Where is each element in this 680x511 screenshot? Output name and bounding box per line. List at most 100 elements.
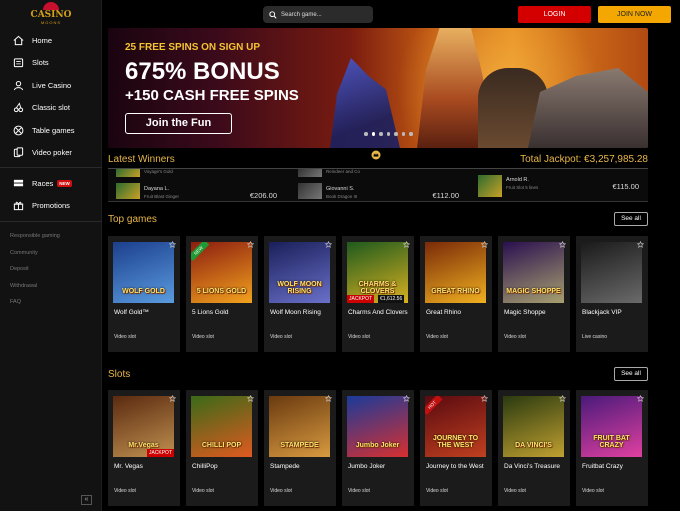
game-name[interactable]: Da Vinci's Treasure (504, 462, 566, 472)
slots-see-all-button[interactable]: See all (614, 367, 648, 381)
promo-banner[interactable]: 25 FREE SPINS ON SIGN UP 675% BONUS +150… (108, 28, 648, 148)
game-thumbnail[interactable]: FRUIT BAT CRAZY (581, 396, 642, 457)
favorite-star-icon[interactable] (325, 241, 332, 248)
login-button[interactable]: LOGIN (518, 6, 591, 23)
favorite-star-icon[interactable] (481, 395, 488, 402)
sidebar-item-table-games[interactable]: Table games (0, 119, 102, 142)
carousel-dot[interactable] (379, 132, 383, 136)
game-card[interactable]: 5 LIONS GOLD NEW 5 Lions Gold Video slot (186, 236, 258, 352)
game-name[interactable]: Wolf Moon Rising (270, 308, 332, 318)
roulette-icon (12, 124, 24, 136)
top-games-see-all-button[interactable]: See all (614, 212, 648, 226)
game-name[interactable]: Wolf Gold™ (114, 308, 176, 318)
game-thumbnail[interactable]: 5 LIONS GOLD NEW (191, 242, 252, 303)
game-thumbnail[interactable]: MAGIC SHOPPE (503, 242, 564, 303)
game-name[interactable]: ChilliPop (192, 462, 254, 472)
favorite-star-icon[interactable] (403, 241, 410, 248)
game-thumbnail[interactable]: DA VINCI'S (503, 396, 564, 457)
winner-item[interactable]: Reindeer and Co Giovanni S. Book Dragon … (290, 169, 465, 203)
game-card[interactable]: CHARMS & CLOVERS JACKPOT €1,612.56 Charms A… (342, 236, 414, 352)
favorite-star-icon[interactable] (325, 395, 332, 402)
game-thumbnail[interactable]: JOURNEY TO THE WEST HOT (425, 396, 486, 457)
game-type: Video slot (504, 488, 526, 494)
game-name[interactable]: Magic Shoppe (504, 308, 566, 318)
game-type: Video slot (192, 488, 214, 494)
game-thumbnail[interactable]: CHARMS & CLOVERS JACKPOT €1,612.56 (347, 242, 408, 303)
join-now-button[interactable]: JOIN NOW (598, 6, 671, 23)
game-card[interactable]: STAMPEDE Stampede Video slot (264, 390, 336, 506)
ribbon-badge: NEW (191, 242, 209, 261)
game-card[interactable]: MAGIC SHOPPE Magic Shoppe Video slot (498, 236, 570, 352)
game-thumbnail[interactable]: WOLF MOON RISING (269, 242, 330, 303)
link-withdrawal[interactable]: Withdrawal (10, 278, 60, 295)
sidebar-item-live-casino[interactable]: Live Casino (0, 74, 102, 97)
carousel-dot[interactable] (364, 132, 368, 136)
game-type: Video slot (504, 334, 526, 340)
carousel-dot[interactable] (401, 132, 405, 136)
game-card[interactable]: WOLF MOON RISING Wolf Moon Rising Video sl… (264, 236, 336, 352)
game-card[interactable]: Mr.Vegas JACKPOT Mr. Vegas Video slot (108, 390, 180, 506)
search-input[interactable]: Search game... (263, 6, 373, 23)
casino-logo[interactable]: CASINO MOONS (30, 2, 72, 26)
game-card[interactable]: DA VINCI'S Da Vinci's Treasure Video slot (498, 390, 570, 506)
game-card[interactable]: Jumbo Joker Jumbo Joker Video slot (342, 390, 414, 506)
game-thumbnail[interactable] (581, 242, 642, 303)
link-faq[interactable]: FAQ (10, 294, 60, 311)
link-community[interactable]: Community (10, 245, 60, 262)
sidebar-item-promotions[interactable]: Promotions (0, 195, 102, 218)
game-name[interactable]: Fruitbat Crazy (582, 462, 644, 472)
favorite-star-icon[interactable] (169, 395, 176, 402)
favorite-star-icon[interactable] (247, 395, 254, 402)
game-card[interactable]: FRUIT BAT CRAZY Fruitbat Crazy Video slot (576, 390, 648, 506)
winner-item[interactable]: Arnold R. Fruit Slot 5 lines €115.00 (470, 169, 645, 203)
game-name[interactable]: Mr. Vegas (114, 462, 176, 472)
game-thumbnail[interactable]: CHILLI POP (191, 396, 252, 457)
favorite-star-icon[interactable] (481, 241, 488, 248)
game-card[interactable]: JOURNEY TO THE WEST HOT Journey to the Wes… (420, 390, 492, 506)
game-thumbnail[interactable]: STAMPEDE (269, 396, 330, 457)
game-thumbnail (478, 175, 502, 197)
sidebar-item-slots[interactable]: Slots (0, 52, 102, 75)
link-responsible-gaming[interactable]: Responsible gaming (10, 228, 60, 245)
favorite-star-icon[interactable] (403, 395, 410, 402)
game-type: Video slot (192, 334, 214, 340)
game-name[interactable]: Jumbo Joker (348, 462, 410, 472)
game-name[interactable]: Great Rhino (426, 308, 488, 318)
game-thumbnail (116, 169, 140, 177)
game-thumbnail[interactable]: WOLF GOLD (113, 242, 174, 303)
carousel-dot[interactable] (371, 132, 375, 136)
favorite-star-icon[interactable] (637, 241, 644, 248)
game-card[interactable]: WOLF GOLD Wolf Gold™ Video slot (108, 236, 180, 352)
game-name[interactable]: Blackjack VIP (582, 308, 644, 318)
game-card[interactable]: GREAT RHINO Great Rhino Video slot (420, 236, 492, 352)
game-name[interactable]: 5 Lions Gold (192, 308, 254, 318)
game-thumbnail[interactable]: Jumbo Joker (347, 396, 408, 457)
winner-prev-game: Voyage's Gold (144, 169, 173, 174)
game-type: Video slot (270, 488, 292, 494)
favorite-star-icon[interactable] (559, 395, 566, 402)
game-card[interactable]: CHILLI POP ChilliPop Video slot (186, 390, 258, 506)
jackpot-value: €1,612.56 (378, 295, 405, 303)
winner-item[interactable]: Voyage's Gold Dayana L. Fruit Blast Ging… (108, 169, 283, 203)
game-name[interactable]: Stampede (270, 462, 332, 472)
favorite-star-icon[interactable] (169, 241, 176, 248)
winner-game: Fruit Blast Ginger (144, 194, 180, 199)
sidebar-item-home[interactable]: Home (0, 29, 102, 52)
collapse-sidebar-button[interactable]: « (81, 495, 92, 505)
join-the-fun-button[interactable]: Join the Fun (125, 113, 232, 134)
carousel-dot[interactable] (409, 132, 413, 136)
sidebar-item-races[interactable]: Races NEW (0, 172, 102, 195)
game-name[interactable]: Charms And Clovers (348, 308, 410, 318)
favorite-star-icon[interactable] (559, 241, 566, 248)
game-thumbnail[interactable]: GREAT RHINO (425, 242, 486, 303)
game-thumbnail[interactable]: Mr.Vegas JACKPOT (113, 396, 174, 457)
favorite-star-icon[interactable] (637, 395, 644, 402)
link-deposit[interactable]: Deposit (10, 261, 60, 278)
sidebar-item-classic-slot[interactable]: Classic slot (0, 97, 102, 120)
carousel-dot[interactable] (386, 132, 390, 136)
favorite-star-icon[interactable] (247, 241, 254, 248)
game-name[interactable]: Journey to the West (426, 462, 488, 472)
sidebar-item-video-poker[interactable]: Video poker (0, 142, 102, 165)
game-card[interactable]: Blackjack VIP Live casino (576, 236, 648, 352)
carousel-dot[interactable] (394, 132, 398, 136)
